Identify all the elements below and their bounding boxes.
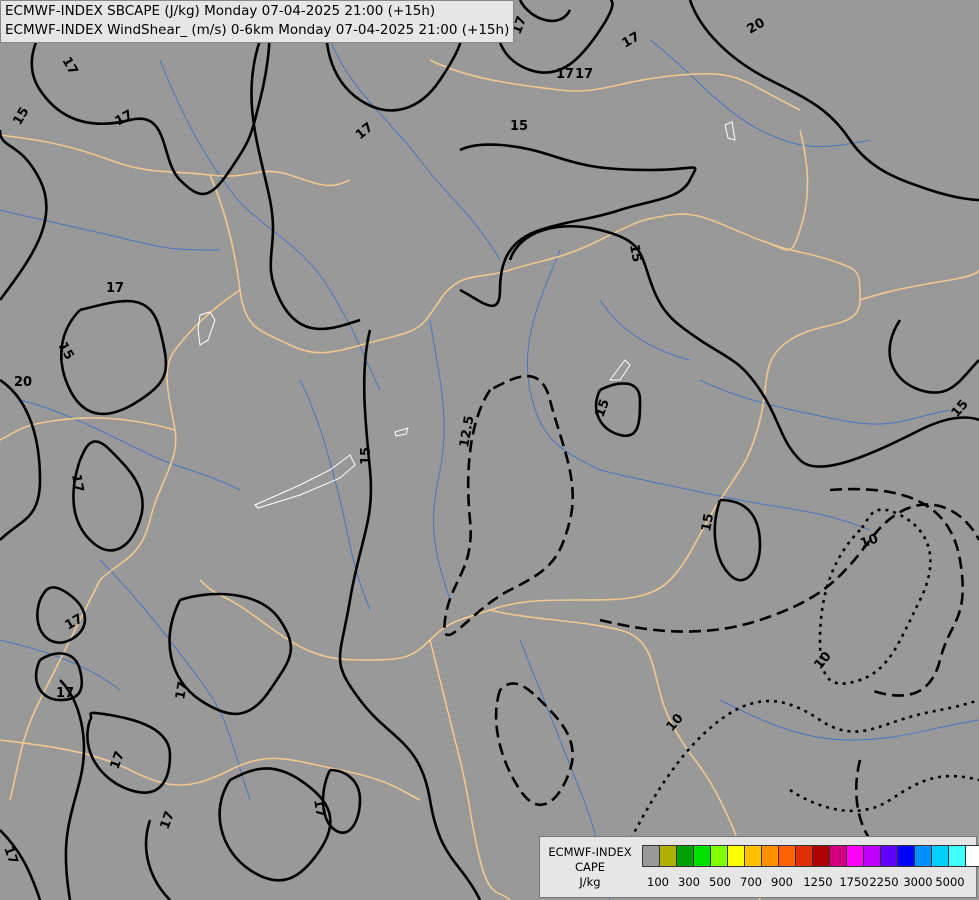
legend-tick-label: 1250 bbox=[803, 875, 833, 889]
legend-swatch bbox=[744, 845, 762, 867]
contour-label: 15 bbox=[359, 447, 374, 465]
legend-swatch bbox=[710, 845, 728, 867]
contour-label: 17 bbox=[310, 798, 328, 818]
contour-label: 17 bbox=[56, 686, 74, 701]
title-line-cape: ECMWF-INDEX SBCAPE (J/kg) Monday 07-04-2… bbox=[5, 3, 436, 19]
map-title: ECMWF-INDEX SBCAPE (J/kg) Monday 07-04-2… bbox=[0, 0, 515, 43]
legend-swatch bbox=[948, 845, 966, 867]
legend-swatch bbox=[727, 845, 745, 867]
legend-ticks: 100 300 500 700 900 1250 1750 2250 3000 5000 bbox=[642, 875, 972, 889]
legend-swatch bbox=[897, 845, 915, 867]
legend-swatch bbox=[642, 845, 660, 867]
legend-swatch bbox=[676, 845, 694, 867]
legend-tick-label: 1750 bbox=[839, 875, 869, 889]
legend-swatch bbox=[880, 845, 898, 867]
contour-label: 15 bbox=[510, 119, 528, 134]
contour-label: 17 bbox=[556, 67, 574, 82]
legend-swatch bbox=[812, 845, 830, 867]
legend-tick-label: 5000 bbox=[935, 875, 965, 889]
legend-swatch bbox=[693, 845, 711, 867]
legend-title-line: ECMWF-INDEX bbox=[548, 845, 632, 859]
legend-swatches bbox=[642, 845, 979, 867]
cape-legend: ECMWF-INDEX CAPE J/kg 100 300 500 700 900 125… bbox=[539, 836, 979, 898]
contour-label: 17 bbox=[173, 680, 191, 700]
legend-swatch bbox=[931, 845, 949, 867]
legend-title: ECMWF-INDEX CAPE J/kg bbox=[544, 845, 636, 890]
legend-tick-label: 300 bbox=[678, 875, 700, 889]
legend-swatch bbox=[659, 845, 677, 867]
contour-label: 17 bbox=[106, 281, 124, 296]
contour-label: 20 bbox=[14, 375, 32, 390]
contour-label: 17 bbox=[68, 473, 86, 493]
legend-swatch bbox=[761, 845, 779, 867]
legend-tick-label: 3000 bbox=[903, 875, 933, 889]
legend-swatch bbox=[795, 845, 813, 867]
legend-tick-label: 900 bbox=[771, 875, 793, 889]
contour-label: 15 bbox=[699, 512, 717, 532]
legend-swatch bbox=[914, 845, 932, 867]
legend-tick-label: 2250 bbox=[869, 875, 899, 889]
legend-tick-label: 500 bbox=[709, 875, 731, 889]
legend-tick-label: 700 bbox=[740, 875, 762, 889]
legend-swatch bbox=[846, 845, 864, 867]
weather-map: 17 17 20 17 17 17 15 15 17 17 15 15 20 1… bbox=[0, 0, 979, 900]
legend-title-line: J/kg bbox=[579, 875, 601, 889]
title-line-windshear: ECMWF-INDEX WindShear_ (m/s) 0-6km Monda… bbox=[5, 22, 510, 38]
contour-label: 17 bbox=[575, 67, 593, 82]
legend-swatch bbox=[778, 845, 796, 867]
legend-tick-label: 100 bbox=[647, 875, 669, 889]
contour-label: 15 bbox=[626, 243, 644, 263]
legend-swatch bbox=[863, 845, 881, 867]
legend-swatch bbox=[965, 845, 979, 867]
legend-swatch bbox=[829, 845, 847, 867]
legend-title-line: CAPE bbox=[574, 860, 606, 874]
